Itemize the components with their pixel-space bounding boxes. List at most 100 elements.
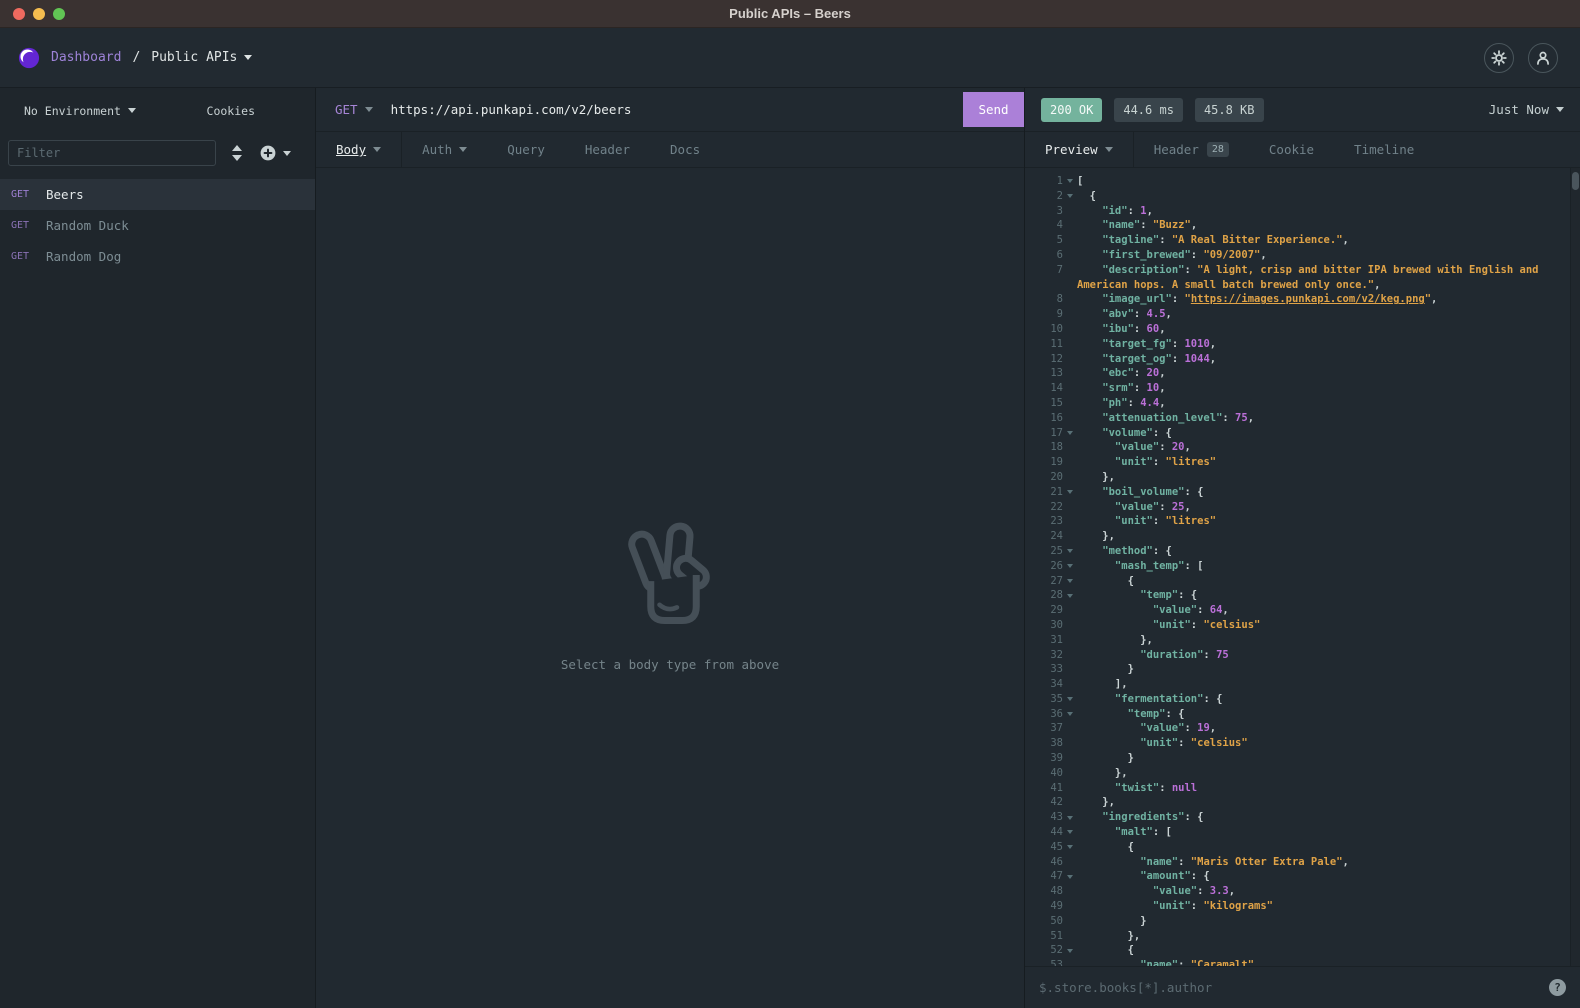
request-tab-auth[interactable]: Auth	[402, 132, 487, 167]
workspace-dropdown[interactable]: Public APIs	[151, 50, 252, 65]
breadcrumb-dashboard-link[interactable]: Dashboard	[51, 50, 121, 65]
response-history-dropdown[interactable]: Just Now	[1489, 102, 1564, 117]
line-number: 26	[1025, 559, 1063, 574]
line-number: 53	[1025, 958, 1063, 966]
code-content: },	[1077, 633, 1580, 648]
fold-column	[1063, 574, 1077, 589]
request-tab-query[interactable]: Query	[487, 132, 565, 167]
code-content: "boil_volume": {	[1077, 485, 1580, 500]
code-line: 1[	[1025, 174, 1580, 189]
fold-column	[1063, 721, 1077, 736]
scrollbar-thumb[interactable]	[1572, 172, 1579, 190]
fold-toggle-icon[interactable]	[1067, 431, 1073, 435]
settings-button[interactable]	[1484, 43, 1514, 73]
fold-column	[1063, 189, 1077, 204]
code-token: }	[1128, 752, 1134, 764]
tab-label: Query	[507, 142, 545, 157]
code-token: :	[1134, 323, 1147, 335]
fold-column	[1063, 514, 1077, 529]
response-body-viewer[interactable]: 1[2{3"id": 1,4"name": "Buzz",5"tagline":…	[1025, 168, 1580, 966]
line-number: 7	[1025, 263, 1063, 278]
code-token: 20	[1147, 367, 1160, 379]
request-tab-header[interactable]: Header	[565, 132, 650, 167]
create-request-button[interactable]	[260, 145, 291, 161]
code-token: "value"	[1115, 441, 1159, 453]
response-filter-bar: ?	[1025, 966, 1580, 1008]
code-content: "description": "A light, crisp and bitte…	[1077, 263, 1580, 278]
request-tab-body[interactable]: Body	[316, 132, 402, 167]
fold-column	[1063, 810, 1077, 825]
line-number: 2	[1025, 189, 1063, 204]
response-tab-header[interactable]: Header28	[1134, 132, 1249, 167]
fold-toggle-icon[interactable]	[1067, 712, 1073, 716]
line-number: 25	[1025, 544, 1063, 559]
code-content: "value": 64,	[1077, 603, 1580, 618]
request-tab-docs[interactable]: Docs	[650, 132, 720, 167]
code-line: 9"abv": 4.5,	[1025, 307, 1580, 322]
fold-toggle-icon[interactable]	[1067, 845, 1073, 849]
environment-dropdown[interactable]: No Environment	[24, 104, 136, 118]
code-token: },	[1102, 530, 1115, 542]
code-content: American hops. A small batch brewed only…	[1077, 278, 1580, 293]
method-dropdown[interactable]: GET	[316, 88, 373, 131]
response-scrollbar[interactable]	[1570, 168, 1580, 966]
response-tab-preview[interactable]: Preview	[1025, 132, 1134, 167]
code-token: ,	[1343, 856, 1349, 868]
response-tab-cookie[interactable]: Cookie	[1249, 132, 1334, 167]
fold-toggle-icon[interactable]	[1067, 549, 1073, 553]
code-content: },	[1077, 929, 1580, 944]
response-filter-input[interactable]	[1039, 980, 1549, 995]
code-token: : {	[1153, 545, 1172, 557]
fold-toggle-icon[interactable]	[1067, 697, 1073, 701]
code-line: 53"name": "Caramalt",	[1025, 958, 1580, 966]
sidebar-item-random-dog[interactable]: GETRandom Dog	[0, 241, 315, 272]
code-content: {	[1077, 574, 1580, 589]
fold-toggle-icon[interactable]	[1067, 949, 1073, 953]
code-token: : {	[1203, 693, 1222, 705]
code-content: "unit": "litres"	[1077, 455, 1580, 470]
code-token: "unit"	[1115, 456, 1153, 468]
url-input[interactable]: https://api.punkapi.com/v2/beers	[373, 88, 963, 131]
code-token: ,	[1210, 338, 1216, 350]
sidebar-item-beers[interactable]: GETBeers	[0, 179, 315, 210]
fold-toggle-icon[interactable]	[1067, 579, 1073, 583]
sidebar-item-random-duck[interactable]: GETRandom Duck	[0, 210, 315, 241]
code-content: "unit": "celsius"	[1077, 618, 1580, 633]
send-button[interactable]: Send	[963, 92, 1024, 127]
fold-toggle-icon[interactable]	[1067, 179, 1073, 183]
fold-column	[1063, 233, 1077, 248]
minimize-window-button[interactable]	[33, 8, 45, 20]
account-button[interactable]	[1528, 43, 1558, 73]
fullscreen-window-button[interactable]	[53, 8, 65, 20]
code-token: "unit"	[1115, 515, 1153, 527]
code-token: "unit"	[1140, 737, 1178, 749]
response-tab-timeline[interactable]: Timeline	[1334, 132, 1434, 167]
close-window-button[interactable]	[13, 8, 25, 20]
code-line: 42},	[1025, 795, 1580, 810]
request-method-tag: GET	[11, 251, 46, 262]
help-icon[interactable]: ?	[1549, 979, 1566, 996]
fold-toggle-icon[interactable]	[1067, 194, 1073, 198]
link-text[interactable]: https://images.punkapi.com/v2/keg.png	[1191, 293, 1425, 305]
sidebar-filter-input[interactable]	[8, 140, 216, 166]
fold-toggle-icon[interactable]	[1067, 594, 1073, 598]
code-line: 32"duration": 75	[1025, 648, 1580, 663]
fold-toggle-icon[interactable]	[1067, 490, 1073, 494]
fold-toggle-icon[interactable]	[1067, 875, 1073, 879]
response-meta-row: 200 OK 44.6 ms 45.8 KB Just Now	[1025, 88, 1580, 132]
fold-toggle-icon[interactable]	[1067, 564, 1073, 568]
code-token: :	[1184, 264, 1197, 276]
fold-column	[1063, 411, 1077, 426]
fold-toggle-icon[interactable]	[1067, 816, 1073, 820]
code-content: "id": 1,	[1077, 204, 1580, 219]
line-number: 35	[1025, 692, 1063, 707]
code-content: "value": 3.3,	[1077, 884, 1580, 899]
sort-requests-button[interactable]	[231, 145, 243, 161]
cookies-button[interactable]: Cookies	[207, 104, 255, 118]
fold-toggle-icon[interactable]	[1067, 830, 1073, 834]
code-token: ,	[1374, 279, 1380, 291]
code-token: 19	[1197, 722, 1210, 734]
code-line: 12"target_og": 1044,	[1025, 352, 1580, 367]
code-token: "litres"	[1166, 515, 1217, 527]
code-token: },	[1128, 930, 1141, 942]
